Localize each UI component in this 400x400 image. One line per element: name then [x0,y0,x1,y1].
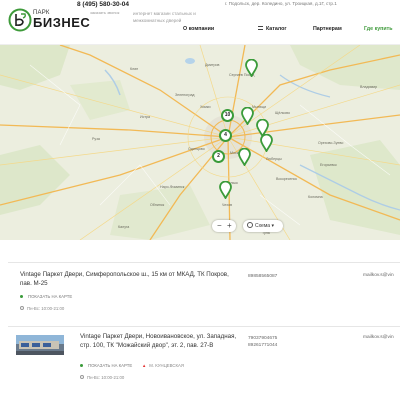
show-on-map-label: ПОКАЗАТЬ НА КАРТЕ [28,294,73,299]
clock-icon [80,374,84,379]
map-label-orekhovo-zuevo: Орехово-Зуево [318,141,344,145]
store-hours-text: Пн-Вс: 10:00-21:00 [87,375,125,380]
map-label-istra: Истра [140,115,151,119]
store-email[interactable]: mailkov.s@vin [363,273,394,278]
zoom-control: − + [212,220,236,232]
map-cluster-marker[interactable]: 10 [221,109,234,122]
map-label-voskresensk: Воскресенск [276,177,297,181]
map-label-dmitrov: Дмитров [205,63,220,67]
map-label-mytishchi: Мытищи [252,105,267,109]
stores-map[interactable]: Сергиев Посад Зеленоград Химки Мытищи Щё… [0,45,400,240]
map-label-shchyolkovo: Щёлково [275,111,290,115]
stores-list: Vintage Паркет Двери, Симферопольское ш.… [0,240,400,400]
zoom-out-button[interactable]: − [217,220,222,232]
store-title: Vintage Паркет Двери, Симферопольское ш.… [20,271,229,287]
menu-icon [258,26,263,30]
callback-link[interactable]: заказать звонок [90,10,119,15]
logo-title[interactable]: БИЗНЕС [33,15,90,30]
site-header: ПАРК БИЗНЕС 8 (495) 580-30-04 заказать з… [0,0,400,45]
show-on-map-link[interactable]: ПОКАЗАТЬ НА КАРТЕ [20,294,72,299]
map-label-zelenograd: Зеленоград [175,93,195,97]
list-item: Vintage Паркет Двери, Новоивановское, ул… [8,326,400,400]
store-photo[interactable] [16,335,64,355]
layers-icon [247,221,253,228]
map-marker-pin[interactable] [241,107,254,125]
map-label-obninsk: Обнинск [150,203,165,207]
store-hours: Пн-Вс: 10:00-21:00 [80,374,125,380]
map-label-kolomna: Коломна [308,195,323,199]
map-marker-pin[interactable] [260,134,273,152]
store-email[interactable]: mailkov.s@vin [363,335,394,340]
map-cluster-marker[interactable]: 2 [212,150,225,163]
store-phone-secondary[interactable]: 89261771044 [248,342,277,349]
map-label-egoryevsk: Егорьевск [320,163,337,167]
map-label-odintsovo: Одинцово [188,147,205,151]
map-label-kaluga: Калуга [118,225,130,229]
map-label-ruza: Руза [92,137,100,141]
map-label-vladimir: Владимир [360,85,378,89]
map-label-naro-fominsk: Наро-Фоминск [160,185,185,189]
map-layer-label: Схема [255,223,271,229]
nav-partners[interactable]: Партнерам [313,26,342,32]
map-marker-pin[interactable] [238,148,251,166]
show-on-map-label: ПОКАЗАТЬ НА КАРТЕ [88,363,133,368]
list-item: Vintage Паркет Двери, Симферопольское ш.… [8,262,400,320]
logo-icon[interactable] [8,8,32,32]
nav-about[interactable]: О компании [183,26,214,32]
zoom-in-button[interactable]: + [227,220,232,232]
store-phone[interactable]: 79037904675 [248,335,277,342]
map-layer-selector[interactable]: Схема ▾ [243,220,283,232]
map-marker-pin[interactable] [219,181,232,199]
map-marker-pin[interactable] [245,59,258,77]
header-address: г. Подольск, дер. Коледино, ул. Троицкая… [225,1,337,6]
metro-icon: ▲ [142,363,147,368]
map-label-khimki: Химки [200,105,211,109]
store-metro-text: М. КУНЦЕВСКАЯ [149,363,184,368]
nav-where-to-buy[interactable]: Где купить [364,26,392,32]
store-hours: Пн-Вс: 10:00-21:00 [20,305,65,311]
store-hours-text: Пн-Вс: 10:00-21:00 [27,306,65,311]
show-on-map-link[interactable]: ПОКАЗАТЬ НА КАРТЕ [80,363,132,368]
map-pin-icon [20,295,23,299]
clock-icon [20,305,24,310]
map-pin-icon [80,364,83,368]
header-phone[interactable]: 8 (495) 580-30-04 [77,1,129,8]
header-tagline: интернет магазин стальных и межкомнатных… [133,11,196,23]
nav-catalog-label: Каталог [266,26,287,32]
map-label-lyubertsy: Люберцы [266,157,282,161]
map-label-chekhov: Чехов [222,203,232,207]
store-metro: ▲ М. КУНЦЕВСКАЯ [142,363,184,368]
map-label-klin: Клин [130,67,139,71]
store-phone[interactable]: 89858565087 [248,273,277,280]
map-cluster-marker[interactable]: 4 [219,129,232,142]
nav-catalog[interactable]: Каталог [258,26,287,32]
store-title: Vintage Паркет Двери, Новоивановское, ул… [80,333,237,349]
